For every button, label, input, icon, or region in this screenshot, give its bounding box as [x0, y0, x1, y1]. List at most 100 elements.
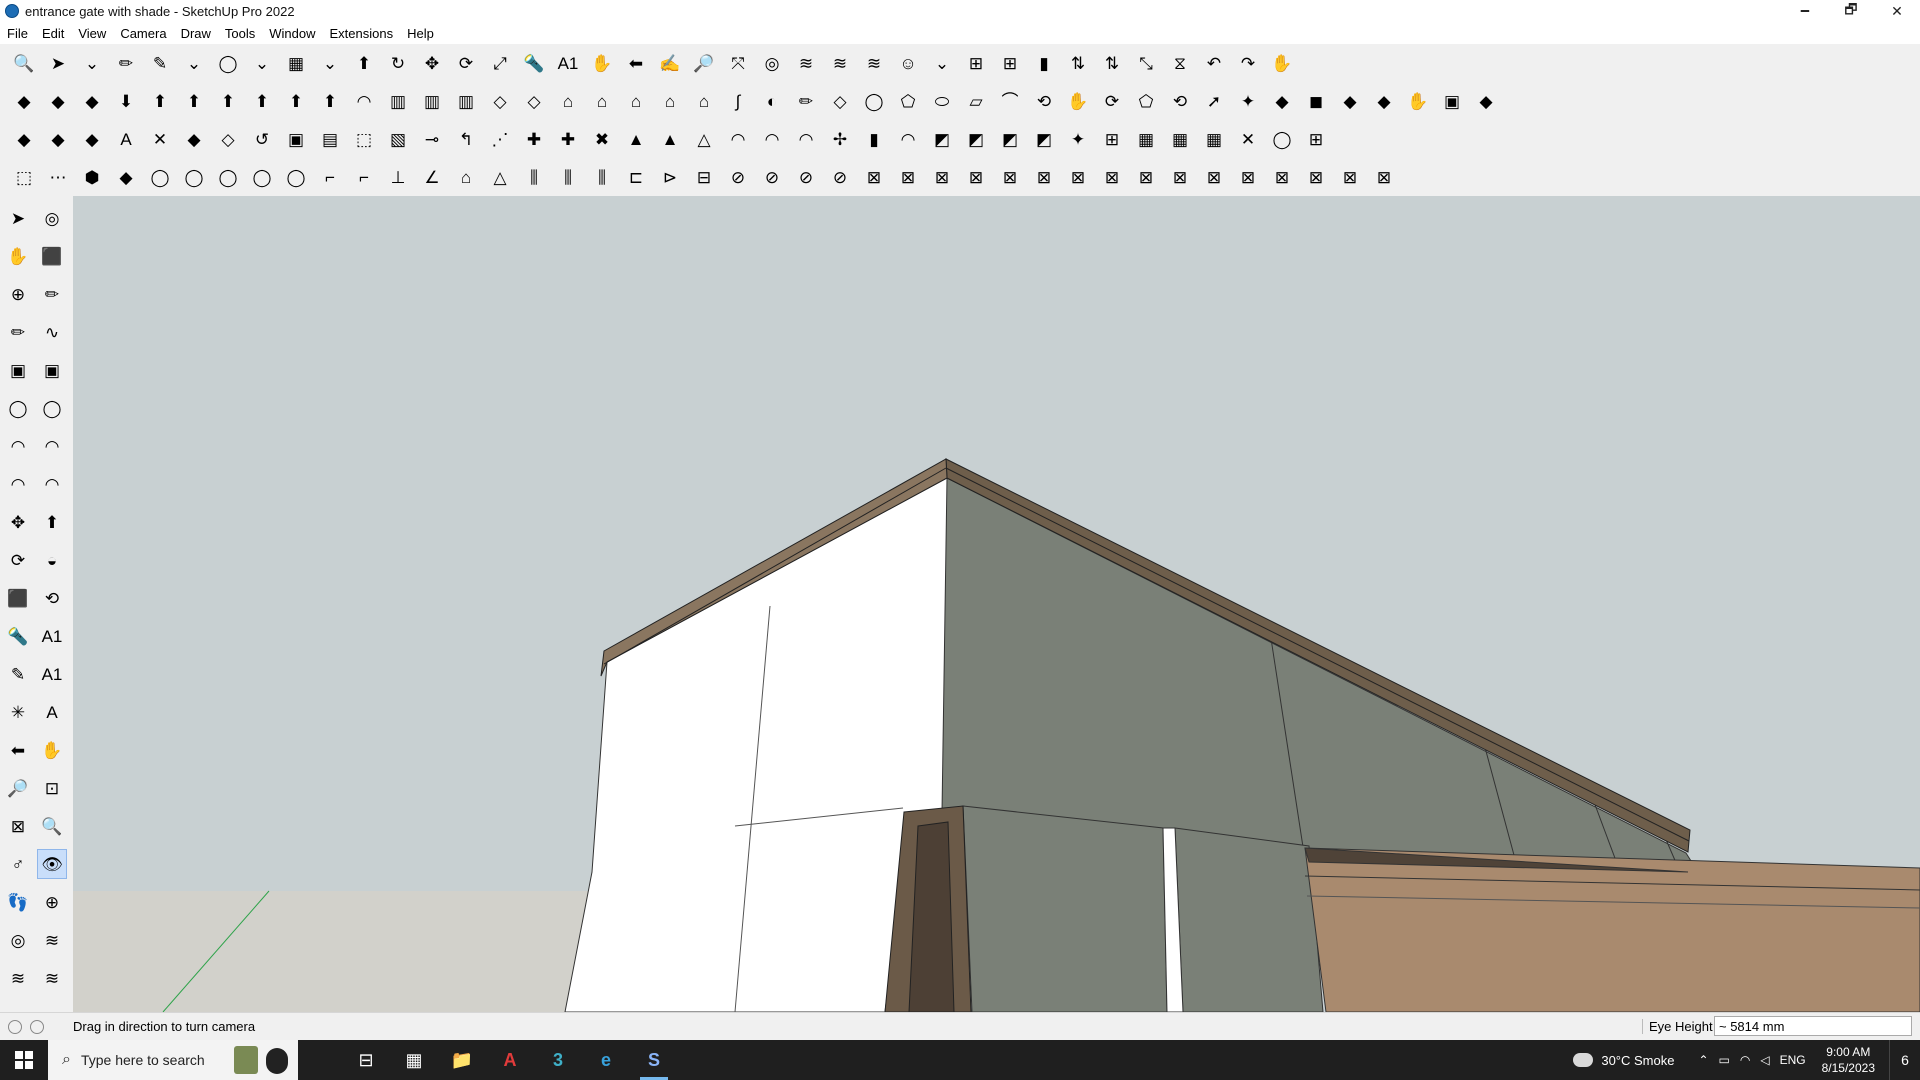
toolbar-tool-icon[interactable]: ⤧ — [724, 49, 752, 77]
close-button[interactable]: ✕ — [1874, 0, 1920, 22]
toolbar-tool-icon[interactable]: ⊘ — [758, 163, 786, 191]
toolbar-tool-icon[interactable]: ⟳ — [1098, 87, 1126, 115]
toolbar-tool-icon[interactable]: ▱ — [962, 87, 990, 115]
toolbar-tool-icon[interactable]: ▲ — [622, 125, 650, 153]
left-tool-icon[interactable]: ⊕ — [38, 888, 66, 916]
toolbar-tool-icon[interactable]: ≋ — [792, 49, 820, 77]
left-tool-icon[interactable]: A — [38, 698, 66, 726]
restore-button[interactable]: 🗗 — [1828, 0, 1874, 22]
toolbar-tool-icon[interactable]: ⌂ — [656, 87, 684, 115]
left-tool-icon[interactable]: ♂ — [4, 850, 32, 878]
toolbar-tool-icon[interactable]: ⬆ — [316, 87, 344, 115]
toolbar-tool-icon[interactable]: ✚ — [554, 125, 582, 153]
toolbar-tool-icon[interactable]: ▧ — [384, 125, 412, 153]
toolbar-tool-icon[interactable]: ✏ — [792, 87, 820, 115]
toolbar-tool-icon[interactable]: ◆ — [180, 125, 208, 153]
toolbar-tool-icon[interactable]: ◆ — [10, 87, 38, 115]
left-tool-icon[interactable]: ≋ — [4, 964, 32, 992]
toolbar-tool-icon[interactable]: ⊟ — [690, 163, 718, 191]
toolbar-tool-icon[interactable]: ⊠ — [962, 163, 990, 191]
toolbar-tool-icon[interactable]: ⌐ — [316, 163, 344, 191]
menu-edit[interactable]: Edit — [35, 26, 71, 41]
taskbar-search[interactable]: ⌕ Type here to search — [48, 1040, 298, 1080]
toolbar-tool-icon[interactable]: ✥ — [418, 49, 446, 77]
toolbar-tool-icon[interactable]: ⌄ — [180, 49, 208, 77]
toolbar-tool-icon[interactable]: 🔦 — [520, 49, 548, 77]
left-tool-icon[interactable]: ✎ — [4, 660, 32, 688]
toolbar-tool-icon[interactable]: ⊠ — [1132, 163, 1160, 191]
toolbar-tool-icon[interactable]: ▦ — [1166, 125, 1194, 153]
toolbar-tool-icon[interactable]: ⊠ — [1098, 163, 1126, 191]
toolbar-tool-icon[interactable]: ◇ — [520, 87, 548, 115]
toolbar-tool-icon[interactable]: 🔎 — [690, 49, 718, 77]
weather-widget[interactable]: 30°C Smoke — [1573, 1053, 1674, 1068]
left-tool-icon[interactable]: ✳ — [4, 698, 32, 726]
edge-browser-icon[interactable]: e — [582, 1040, 630, 1080]
toolbar-tool-icon[interactable]: ◠ — [792, 125, 820, 153]
toolbar-tool-icon[interactable]: ⌂ — [690, 87, 718, 115]
left-tool-icon[interactable]: 👁 — [37, 849, 67, 879]
toolbar-tool-icon[interactable]: ⬆ — [146, 87, 174, 115]
toolbar-tool-icon[interactable]: ▮ — [860, 125, 888, 153]
toolbar-tool-icon[interactable]: ⊠ — [1166, 163, 1194, 191]
toolbar-tool-icon[interactable]: ▤ — [316, 125, 344, 153]
toolbar-tool-icon[interactable]: ∠ — [418, 163, 446, 191]
toolbar-tool-icon[interactable]: ⟲ — [1030, 87, 1058, 115]
toolbar-tool-icon[interactable]: ⬚ — [350, 125, 378, 153]
toolbar-tool-icon[interactable]: ⬆ — [282, 87, 310, 115]
toolbar-tool-icon[interactable]: ◠ — [724, 125, 752, 153]
volume-icon[interactable]: ◁ — [1760, 1053, 1769, 1067]
toolbar-tool-icon[interactable]: ⊳ — [656, 163, 684, 191]
left-tool-icon[interactable]: ◠ — [4, 432, 32, 460]
toolbar-tool-icon[interactable]: ⟳ — [452, 49, 480, 77]
toolbar-tool-icon[interactable]: A — [112, 125, 140, 153]
toolbar-tool-icon[interactable]: ✋ — [1268, 49, 1296, 77]
toolbar-tool-icon[interactable]: ⇅ — [1098, 49, 1126, 77]
toolbar-tool-icon[interactable]: ◆ — [44, 125, 72, 153]
left-tool-icon[interactable]: ◒ — [38, 546, 66, 574]
toolbar-tool-icon[interactable]: ◇ — [486, 87, 514, 115]
toolbar-tool-icon[interactable]: ◆ — [78, 125, 106, 153]
toolbar-tool-icon[interactable]: ➤ — [44, 49, 72, 77]
toolbar-tool-icon[interactable]: △ — [690, 125, 718, 153]
toolbar-tool-icon[interactable]: ⬠ — [894, 87, 922, 115]
toolbar-tool-icon[interactable]: ◆ — [78, 87, 106, 115]
toolbar-tool-icon[interactable]: ▮ — [1030, 49, 1058, 77]
left-tool-icon[interactable]: ≋ — [38, 926, 66, 954]
toolbar-tool-icon[interactable]: ⊠ — [1370, 163, 1398, 191]
toolbar-tool-icon[interactable]: ⬅ — [622, 49, 650, 77]
left-tool-icon[interactable]: ✋ — [4, 242, 32, 270]
toolbar-tool-icon[interactable]: ⌄ — [78, 49, 106, 77]
left-tool-icon[interactable]: ✏ — [38, 280, 66, 308]
toolbar-tool-icon[interactable]: ⊠ — [996, 163, 1024, 191]
left-tool-icon[interactable]: A1 — [38, 622, 66, 650]
left-tool-icon[interactable]: ▣ — [4, 356, 32, 384]
geolocation-icon[interactable] — [8, 1020, 22, 1034]
left-tool-icon[interactable]: ⟳ — [4, 546, 32, 574]
toolbar-tool-icon[interactable]: ◆ — [1336, 87, 1364, 115]
toolbar-tool-icon[interactable]: ⊘ — [826, 163, 854, 191]
left-tool-icon[interactable]: ⟲ — [38, 584, 66, 612]
toolbar-tool-icon[interactable]: ◆ — [1370, 87, 1398, 115]
toolbar-tool-icon[interactable]: ↶ — [1200, 49, 1228, 77]
toolbar-tool-icon[interactable]: ◇ — [214, 125, 242, 153]
toolbar-tool-icon[interactable]: ⊠ — [1302, 163, 1330, 191]
toolbar-tool-icon[interactable]: ⬢ — [78, 163, 106, 191]
toolbar-tool-icon[interactable]: ⊥ — [384, 163, 412, 191]
menu-file[interactable]: File — [0, 26, 35, 41]
toolbar-tool-icon[interactable]: ⬠ — [1132, 87, 1160, 115]
left-tool-icon[interactable]: ◯ — [4, 394, 32, 422]
toolbar-tool-icon[interactable]: ⬭ — [928, 87, 956, 115]
sketchup-taskbar-icon[interactable]: S — [630, 1040, 678, 1080]
left-tool-icon[interactable]: ◎ — [4, 926, 32, 954]
toolbar-tool-icon[interactable]: ⌒ — [996, 87, 1024, 115]
toolbar-tool-icon[interactable]: ✕ — [146, 125, 174, 153]
minimize-button[interactable]: 🗕 — [1782, 0, 1828, 22]
task-view-icon[interactable]: ⊟ — [342, 1040, 390, 1080]
notifications-button[interactable]: 6 — [1889, 1040, 1920, 1080]
menu-help[interactable]: Help — [400, 26, 441, 41]
toolbar-tool-icon[interactable]: ◯ — [180, 163, 208, 191]
start-button[interactable] — [0, 1040, 48, 1080]
menu-camera[interactable]: Camera — [113, 26, 173, 41]
menu-tools[interactable]: Tools — [218, 26, 262, 41]
